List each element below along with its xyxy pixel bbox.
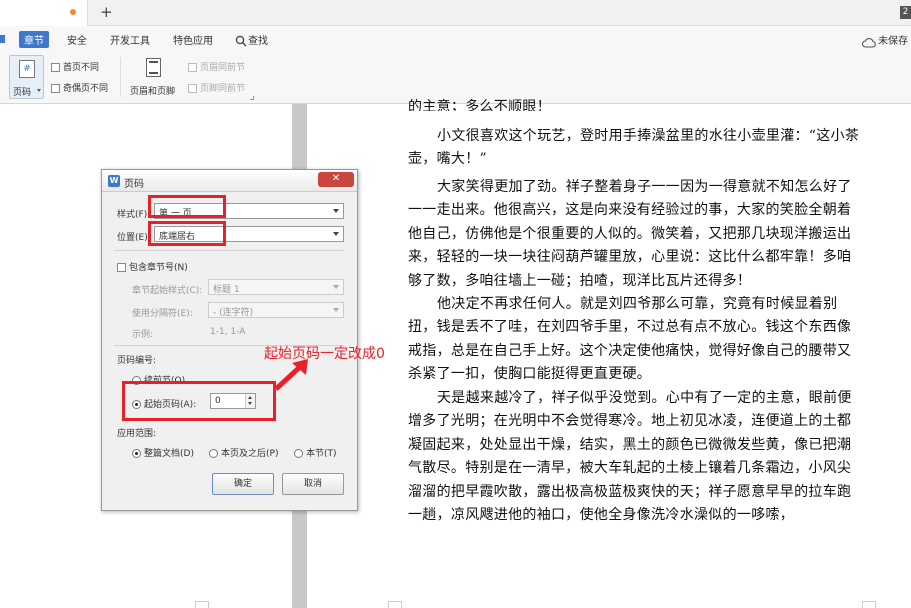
dialog-launcher-icon[interactable] — [250, 96, 254, 100]
style-label: 样式(F): — [117, 210, 151, 220]
highlight-style-box — [148, 195, 226, 218]
dialog-title: 页码 — [124, 179, 144, 190]
page-corner-mark — [862, 601, 876, 608]
document-tab[interactable] — [0, 0, 88, 26]
doc-paragraph: 的主意；多么不顺眼！ — [408, 99, 551, 111]
position-label: 位置(E): — [117, 233, 151, 243]
scope-whole-radio[interactable]: 整篇文档(D) — [132, 446, 194, 459]
odd-even-diff-checkbox[interactable]: 奇偶页不同 — [51, 81, 108, 94]
highlight-start-box — [122, 381, 276, 421]
include-chapter-label: 包含章节号(N) — [129, 263, 188, 273]
chevron-down-icon — [37, 89, 41, 92]
scope-after-radio[interactable]: 本页及之后(P) — [209, 446, 278, 459]
example-value: 1-1, 1-A — [210, 327, 246, 337]
header-footer-button[interactable]: 页眉和页脚 — [128, 55, 182, 99]
header-same-label: 页眉同前节 — [200, 63, 246, 73]
ribbon-divider — [120, 57, 121, 97]
menu-edge-icon — [0, 35, 5, 43]
first-page-diff-label: 首页不同 — [63, 63, 100, 73]
tab-features[interactable]: 特色应用 — [173, 32, 213, 47]
page-corner-mark — [388, 601, 402, 608]
chapter-style-label: 章节起始样式(C): — [132, 286, 203, 296]
app-logo-icon: W — [108, 175, 120, 187]
new-tab-button[interactable]: + — [100, 3, 113, 21]
chevron-down-icon — [333, 209, 339, 213]
example-label: 示例: — [132, 330, 154, 340]
scope-label: 应用范围: — [117, 429, 157, 439]
highlight-position-box — [148, 221, 226, 246]
doc-paragraph: 小文很喜欢这个玩艺，登时用手捧澡盆里的水往小壶里灌：“这小茶壶，嘴大！” — [408, 128, 860, 168]
page-number-button[interactable]: # 页码 — [9, 55, 44, 99]
cancel-button[interactable]: 取消 — [282, 473, 344, 495]
tab-dev-tools[interactable]: 开发工具 — [110, 32, 150, 47]
ok-button[interactable]: 确定 — [212, 473, 274, 495]
chevron-down-icon — [333, 285, 339, 289]
find-button[interactable] — [235, 32, 247, 51]
doc-paragraph: 他决定不再求任何人。就是刘四爷那么可靠，究竟有时候显着别扭，钱是丢不了哇，在刘四… — [408, 296, 852, 383]
odd-even-diff-label: 奇偶页不同 — [63, 84, 109, 94]
chevron-down-icon — [333, 232, 339, 236]
chapter-style-select[interactable]: 标题 1 — [208, 279, 344, 295]
footer-same-label: 页脚同前节 — [200, 84, 246, 94]
chevron-down-icon — [333, 308, 339, 312]
header-same-checkbox[interactable]: 页眉同前节 — [188, 60, 245, 73]
menu-bar: 章节 安全 开发工具 特色应用 查找 未保存 — [0, 26, 911, 51]
scope-whole-label: 整篇文档(D) — [144, 449, 194, 459]
first-page-diff-checkbox[interactable]: 首页不同 — [51, 60, 99, 73]
close-button[interactable]: ✕ — [318, 172, 354, 187]
page-number-icon: # — [19, 60, 35, 78]
tab-chapter[interactable]: 章节 — [19, 31, 49, 48]
separator-value: - (连字符) — [213, 308, 254, 318]
include-chapter-checkbox[interactable]: 包含章节号(N) — [117, 260, 188, 273]
page-number-label: 页码 — [13, 88, 32, 98]
unsaved-dot-icon — [70, 9, 76, 15]
page-number-dialog: W 页码 ✕ 样式(F): 第 一 页 位置(E): 底端居右 包含章节号(N)… — [101, 169, 358, 511]
divider — [114, 250, 344, 251]
dialog-title-bar[interactable]: W 页码 ✕ — [102, 170, 357, 192]
numbering-label: 页码编号: — [117, 356, 157, 366]
page-badge: 2 — [900, 6, 911, 19]
scope-after-label: 本页及之后(P) — [221, 449, 279, 459]
separator-label: 使用分隔符(E): — [132, 309, 193, 319]
title-bar: + 2 — [0, 0, 911, 26]
find-label[interactable]: 查找 — [248, 32, 268, 47]
scope-section-label: 本节(T) — [306, 449, 337, 459]
separator-select[interactable]: - (连字符) — [208, 302, 344, 318]
tab-security[interactable]: 安全 — [67, 32, 87, 47]
scope-section-radio[interactable]: 本节(T) — [294, 446, 337, 459]
page-corner-mark — [195, 601, 209, 608]
footer-same-checkbox[interactable]: 页脚同前节 — [188, 81, 245, 94]
save-status: 未保存 — [878, 36, 908, 47]
annotation-text: 起始页码一定改成0 — [264, 346, 385, 362]
header-footer-icon — [146, 58, 161, 77]
chapter-style-value: 标题 1 — [213, 285, 240, 295]
cloud-icon — [862, 33, 876, 52]
doc-paragraph: 天是越来越冷了，祥子似乎没觉到。心中有了一定的主意，眼前便增多了光明；在光明中不… — [408, 390, 852, 524]
header-footer-label: 页眉和页脚 — [130, 87, 176, 97]
search-icon — [235, 35, 247, 47]
doc-paragraph: 大家笑得更加了劲。祥子整着身子一一因为一得意就不知怎么好了一一走出来。他很高兴，… — [408, 179, 852, 289]
